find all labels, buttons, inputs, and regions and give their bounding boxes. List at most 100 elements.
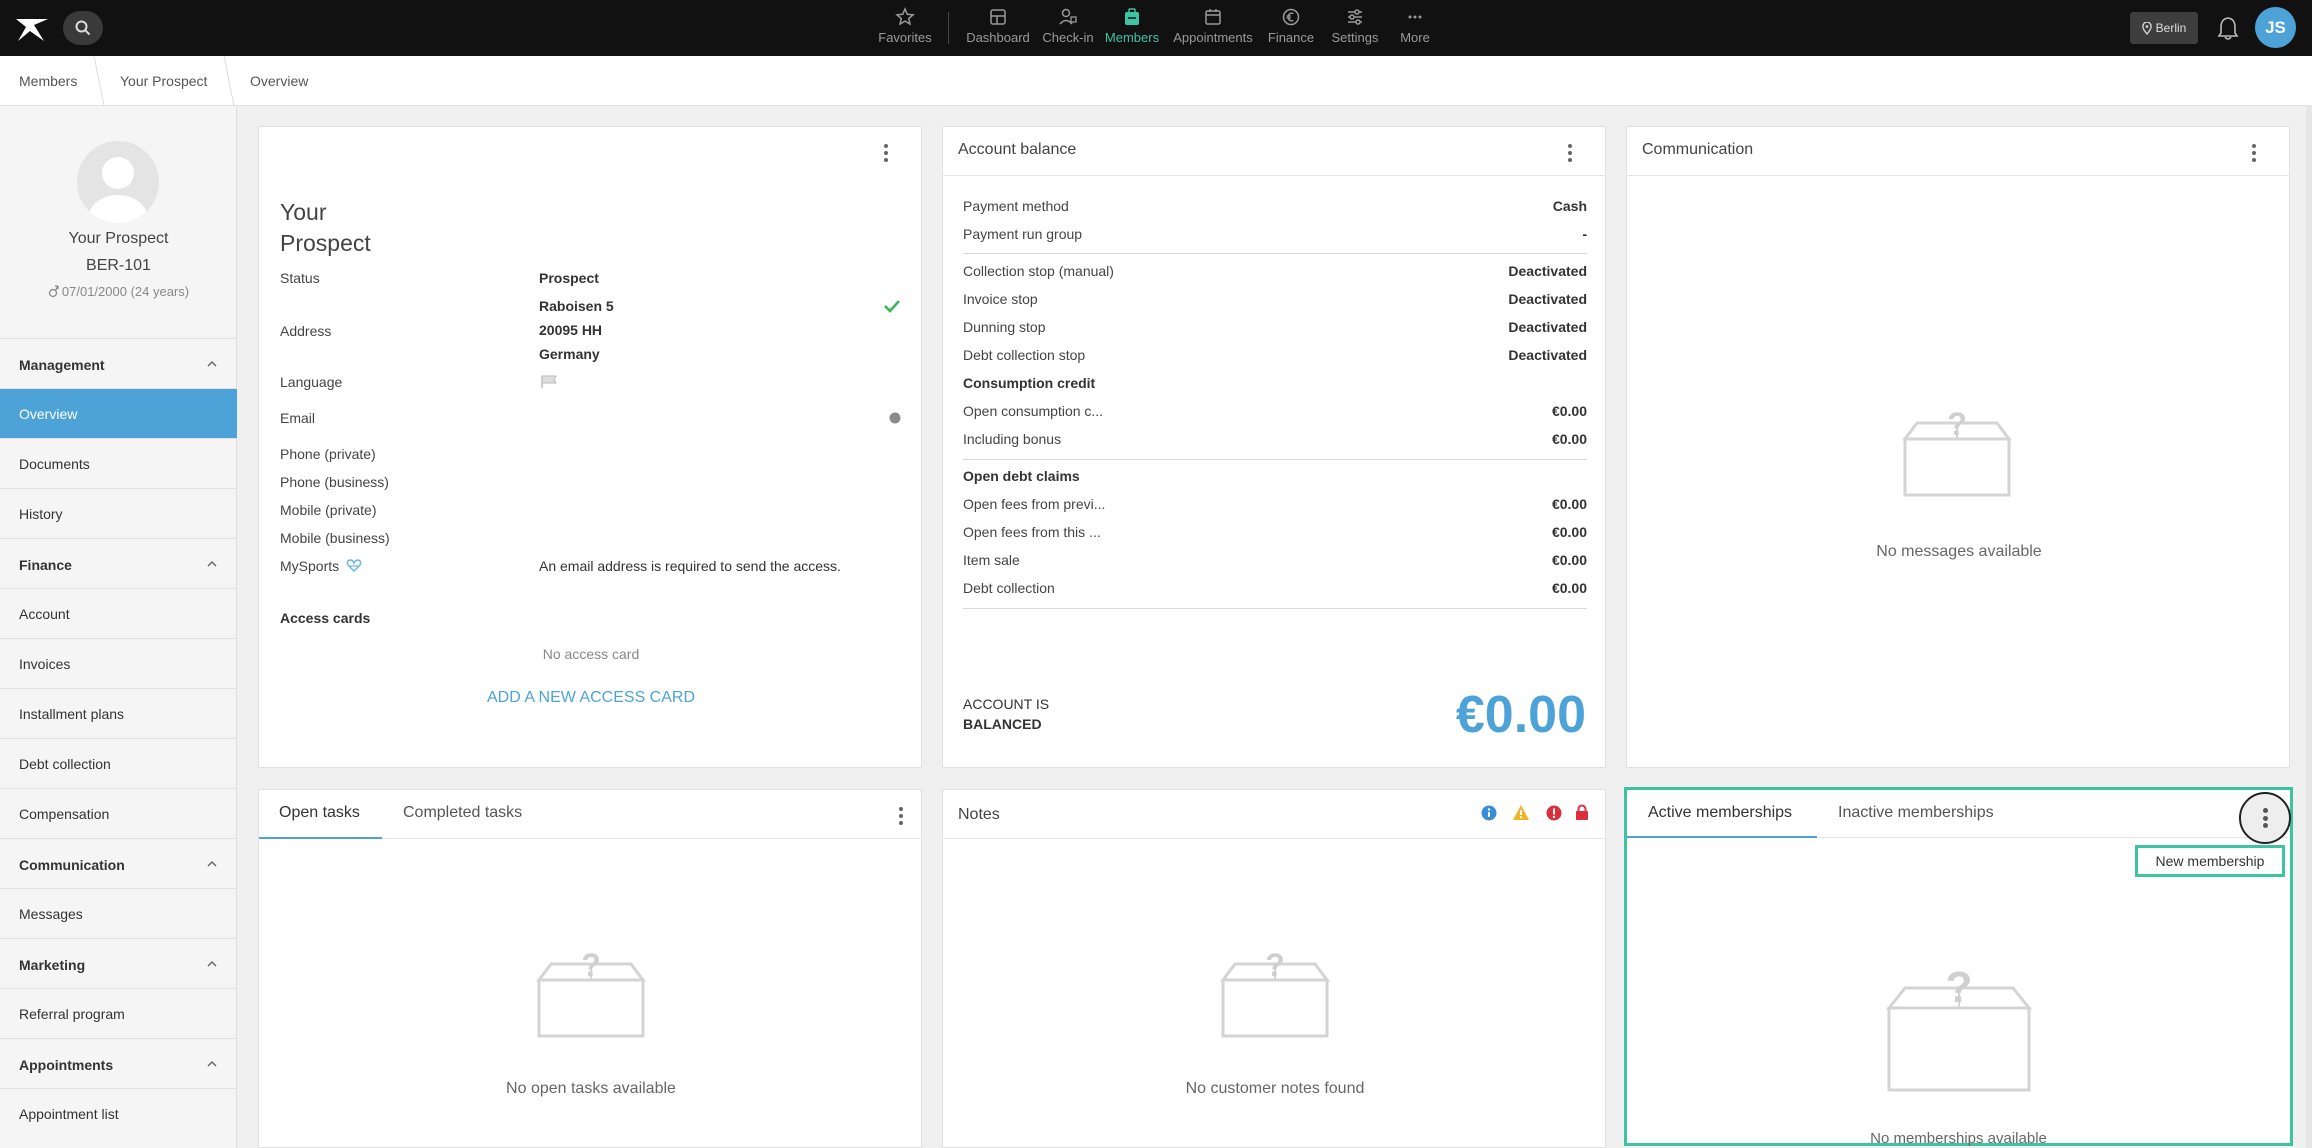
nav-divider	[948, 12, 949, 44]
nav-members[interactable]: Members	[1104, 7, 1160, 51]
access-cards-label: Access cards	[280, 610, 371, 626]
svg-text:?: ?	[1947, 409, 1967, 442]
empty-box-icon: ?	[1902, 409, 2012, 497]
location-pin-icon	[2141, 21, 2152, 35]
phone-private-label: Phone (private)	[280, 446, 376, 462]
sidebar-item-referral-program[interactable]: Referral program	[0, 988, 237, 1038]
status-value: Prospect	[539, 270, 599, 286]
account-status: ACCOUNT IS BALANCED	[963, 694, 1049, 734]
breadcrumb: Members Your Prospect Overview	[0, 56, 2312, 106]
sidebar-item-compensation[interactable]: Compensation	[0, 788, 237, 838]
user-avatar[interactable]: JS	[2255, 7, 2296, 48]
memberships-card: Active memberships Inactive memberships …	[1624, 787, 2293, 1147]
communication-menu-button[interactable]	[2249, 142, 2259, 164]
nav-check-in[interactable]: Check-in	[1042, 7, 1094, 51]
ab-divider	[963, 608, 1587, 609]
ab-label: Dunning stop	[963, 319, 1046, 335]
tab-inactive-memberships[interactable]: Inactive memberships	[1838, 804, 1994, 822]
tab-active-memberships[interactable]: Active memberships	[1648, 804, 1792, 822]
sidebar-item-account[interactable]: Account	[0, 588, 237, 638]
email-label: Email	[280, 410, 316, 426]
account-total-amount: €0.00	[1455, 686, 1586, 744]
nav-favorites[interactable]: Favorites	[876, 7, 934, 51]
nav-check-in-label: Check-in	[1042, 30, 1094, 45]
profile-last-name: Prospect	[280, 230, 371, 256]
ab-row-payment-run-group: Payment run group -	[963, 226, 1587, 246]
ab-row-item-sale: Item sale €0.00	[963, 552, 1587, 572]
search-button[interactable]	[63, 11, 103, 45]
address-line-1: Raboisen 5	[539, 298, 614, 314]
error-filter-icon[interactable]	[1546, 805, 1562, 821]
ab-value: €0.00	[1551, 496, 1587, 512]
ab-divider	[963, 253, 1587, 254]
lock-filter-icon[interactable]	[1575, 804, 1589, 821]
add-access-card-link[interactable]: ADD A NEW ACCESS CARD	[259, 689, 923, 707]
sidebar-item-history[interactable]: History	[0, 488, 237, 538]
sidebar-item-appointment-list[interactable]: Appointment list	[0, 1088, 237, 1138]
tab-completed-tasks[interactable]: Completed tasks	[403, 804, 522, 822]
sidebar-section-appointments[interactable]: Appointments	[0, 1038, 237, 1088]
nav-favorites-label: Favorites	[878, 30, 932, 45]
svg-text:?: ?	[1265, 950, 1285, 983]
sidebar-item-installment-plans[interactable]: Installment plans	[0, 688, 237, 738]
ab-value: €0.00	[1551, 580, 1587, 596]
breadcrumb-overview: Overview	[250, 73, 309, 89]
warning-filter-icon[interactable]	[1512, 804, 1530, 821]
sidebar-section-label: Finance	[19, 557, 72, 573]
new-membership-button[interactable]: New membership	[2135, 845, 2285, 877]
bell-icon[interactable]	[2216, 15, 2240, 41]
profile-avatar[interactable]	[77, 141, 159, 223]
tasks-menu-button[interactable]	[896, 805, 906, 827]
kebab-icon	[2260, 806, 2270, 830]
ab-value: Deactivated	[1508, 291, 1587, 307]
sidebar-item-debt-collection[interactable]: Debt collection	[0, 738, 237, 788]
sidebar-item-documents[interactable]: Documents	[0, 438, 237, 488]
breadcrumb-members[interactable]: Members	[19, 73, 77, 89]
ab-label: Consumption credit	[963, 375, 1096, 391]
ab-label: Item sale	[963, 552, 1020, 568]
person-silhouette-icon	[88, 157, 148, 223]
star-icon	[895, 7, 915, 26]
location-selector[interactable]: Berlin	[2130, 12, 2198, 44]
sidebar-section-marketing[interactable]: Marketing	[0, 938, 237, 988]
nav-appointments[interactable]: Appointments	[1170, 7, 1256, 51]
sidebar: Your Prospect BER-101 07/01/2000 (24 yea…	[0, 106, 237, 1148]
nav-appointments-label: Appointments	[1173, 30, 1253, 45]
nav-finance-label: Finance	[1267, 30, 1315, 45]
sidebar-item-invoices[interactable]: Invoices	[0, 638, 237, 688]
nav-settings[interactable]: Settings	[1326, 7, 1384, 51]
nav-more[interactable]: More	[1396, 7, 1434, 51]
ab-label: Including bonus	[963, 431, 1062, 447]
info-filter-icon[interactable]	[1481, 805, 1497, 821]
card-divider	[943, 175, 1605, 176]
svg-text:?: ?	[581, 950, 601, 983]
sidebar-item-overview[interactable]: Overview	[0, 388, 237, 438]
ab-row-debt-collection: Debt collection €0.00	[963, 580, 1587, 600]
empty-box-icon: ?	[536, 950, 646, 1038]
language-flag-icon[interactable]	[540, 375, 558, 388]
ab-value: Deactivated	[1508, 347, 1587, 363]
active-tab-indicator	[1627, 836, 1817, 838]
breadcrumb-your-prospect[interactable]: Your Prospect	[120, 73, 207, 89]
page-scrollbar[interactable]	[2306, 106, 2312, 1148]
communication-empty-text: No messages available	[1876, 543, 2042, 560]
gender-icon	[48, 285, 59, 298]
tab-open-tasks[interactable]: Open tasks	[279, 804, 360, 822]
status-label: Status	[280, 270, 320, 286]
account-balance-menu-button[interactable]	[1565, 142, 1575, 164]
mysports-label-text: MySports	[280, 558, 340, 574]
app-logo-icon[interactable]	[14, 11, 50, 45]
profile-card: Your Prospect Status Prospect Address Ra…	[258, 126, 922, 768]
address-label: Address	[280, 323, 332, 339]
nav-finance[interactable]: Finance	[1264, 7, 1318, 51]
sidebar-section-communication[interactable]: Communication	[0, 838, 237, 888]
svg-text:?: ?	[1946, 966, 1973, 1012]
profile-card-menu-button[interactable]	[881, 142, 891, 164]
nav-dashboard[interactable]: Dashboard	[966, 7, 1030, 51]
ab-label: Collection stop (manual)	[963, 263, 1114, 279]
sidebar-item-messages[interactable]: Messages	[0, 888, 237, 938]
chevron-up-icon	[207, 860, 217, 867]
memberships-menu-button[interactable]	[2239, 792, 2291, 844]
sidebar-section-finance[interactable]: Finance	[0, 538, 237, 588]
sidebar-section-management[interactable]: Management	[0, 338, 237, 388]
